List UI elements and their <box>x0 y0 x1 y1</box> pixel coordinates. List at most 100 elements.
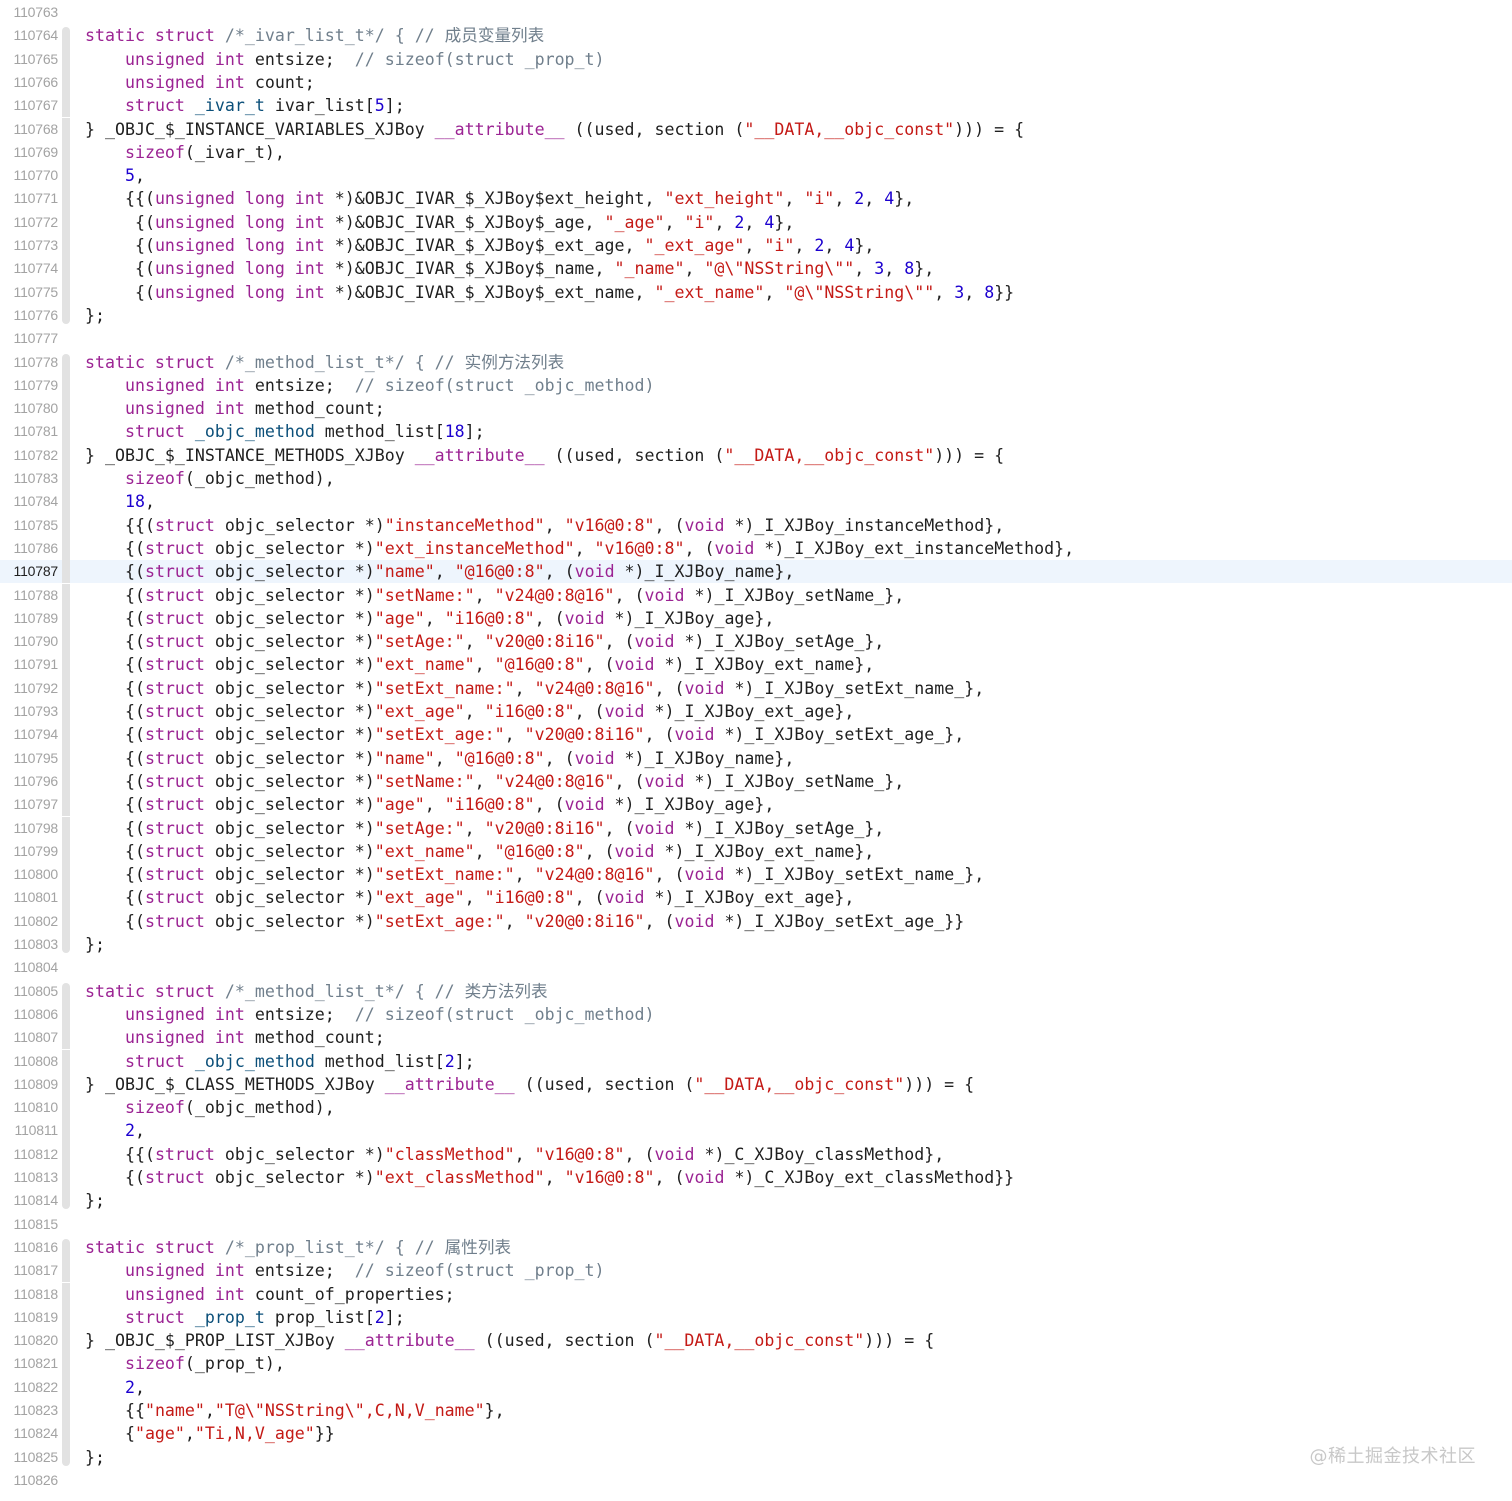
code-line[interactable]: 110805 static struct /*_method_list_t*/ {… <box>0 980 1512 1003</box>
line-number[interactable]: 110812 <box>0 1143 59 1166</box>
code-line[interactable]: 110810 sizeof(_objc_method), <box>0 1096 1512 1120</box>
code-line[interactable]: 110791 {(struct objc_selector *)"ext_nam… <box>0 653 1512 677</box>
line-number[interactable]: 110819 <box>0 1306 59 1329</box>
line-number[interactable]: 110792 <box>0 677 59 700</box>
code-fold-ribbon[interactable] <box>62 164 70 188</box>
code-fold-ribbon[interactable] <box>62 653 70 677</box>
line-number[interactable]: 110818 <box>0 1283 59 1306</box>
code-fold-ribbon[interactable] <box>62 560 70 584</box>
code-fold-ribbon[interactable] <box>62 606 70 631</box>
line-number[interactable]: 110800 <box>0 863 59 886</box>
code-line[interactable]: 110780 unsigned int method_count; <box>0 397 1512 421</box>
code-line[interactable]: 110800 {(struct objc_selector *)"setExt_… <box>0 863 1512 887</box>
code-line[interactable]: 110775 {(unsigned long int *)&OBJC_IVAR_… <box>0 280 1512 304</box>
code-fold-ribbon[interactable] <box>62 1002 70 1027</box>
code-line[interactable]: 110813 {(struct objc_selector *)"ext_cla… <box>0 1166 1512 1190</box>
code-line[interactable]: 110765 unsigned int entsize; // sizeof(s… <box>0 47 1512 71</box>
line-number[interactable]: 110811 <box>0 1119 59 1142</box>
code-fold-ribbon[interactable] <box>62 353 70 374</box>
code-fold-ribbon[interactable] <box>62 886 70 910</box>
code-line[interactable]: 110787 {(struct objc_selector *)"name", … <box>0 560 1512 584</box>
code-fold-ribbon[interactable] <box>62 1399 70 1423</box>
line-number[interactable]: 110804 <box>0 956 59 979</box>
code-fold-ribbon[interactable] <box>62 1238 70 1260</box>
line-number[interactable]: 110775 <box>0 281 59 304</box>
code-line[interactable]: 110823 {{"name","T@\"NSString\",C,N,V_na… <box>0 1399 1512 1423</box>
code-fold-ribbon[interactable] <box>62 303 70 324</box>
code-line[interactable]: 110798 {(struct objc_selector *)"setAge:… <box>0 816 1512 840</box>
code-line[interactable]: 110766 unsigned int count; <box>0 70 1512 95</box>
code-fold-ribbon[interactable] <box>62 583 70 607</box>
code-line[interactable]: 110767 struct _ivar_t ivar_list[5]; <box>0 94 1512 118</box>
code-line[interactable]: 110788 {(struct objc_selector *)"setName… <box>0 583 1512 607</box>
code-line[interactable]: 110772 {(unsigned long int *)&OBJC_IVAR_… <box>0 210 1512 234</box>
line-number[interactable]: 110763 <box>0 1 59 24</box>
code-line[interactable]: 110784 18, <box>0 490 1512 514</box>
code-line[interactable]: 110770 5, <box>0 164 1512 188</box>
code-line[interactable]: 110789 {(struct objc_selector *)"age", "… <box>0 606 1512 631</box>
code-line[interactable]: 110808 struct _objc_method method_list[2… <box>0 1049 1512 1073</box>
code-fold-ribbon[interactable] <box>62 1282 70 1306</box>
code-line[interactable]: 110819 struct _prop_t prop_list[2]; <box>0 1305 1512 1330</box>
code-line[interactable]: 110782} _OBJC_$_INSTANCE_METHODS_XJBoy _… <box>0 443 1512 467</box>
code-line[interactable]: 110779 unsigned int entsize; // sizeof(s… <box>0 373 1512 398</box>
line-number[interactable]: 110790 <box>0 630 59 653</box>
code-line[interactable]: 110769 sizeof(_ivar_t), <box>0 140 1512 165</box>
line-number[interactable]: 110793 <box>0 700 59 723</box>
code-fold-ribbon[interactable] <box>62 1305 70 1330</box>
line-number[interactable]: 110776 <box>0 304 59 327</box>
line-number[interactable]: 110801 <box>0 886 59 909</box>
line-number[interactable]: 110778 <box>0 351 59 374</box>
line-number[interactable]: 110764 <box>0 24 59 47</box>
code-fold-ribbon[interactable] <box>62 490 70 514</box>
line-number[interactable]: 110816 <box>0 1236 59 1259</box>
code-fold-ribbon[interactable] <box>62 700 70 724</box>
code-line[interactable]: 110773 {(unsigned long int *)&OBJC_IVAR_… <box>0 234 1512 258</box>
line-number[interactable]: 110783 <box>0 467 59 490</box>
line-number[interactable]: 110814 <box>0 1189 59 1212</box>
code-fold-ribbon[interactable] <box>62 257 70 281</box>
line-number[interactable]: 110813 <box>0 1166 59 1189</box>
line-number[interactable]: 110823 <box>0 1399 59 1422</box>
code-line[interactable]: 110793 {(struct objc_selector *)"ext_age… <box>0 700 1512 724</box>
code-fold-ribbon[interactable] <box>62 373 70 398</box>
line-number[interactable]: 110765 <box>0 48 59 71</box>
code-fold-ribbon[interactable] <box>62 1189 70 1210</box>
line-number[interactable]: 110795 <box>0 747 59 770</box>
code-fold-ribbon[interactable] <box>62 933 70 953</box>
code-line[interactable]: 110802 {(struct objc_selector *)"setExt_… <box>0 909 1512 933</box>
code-fold-ribbon[interactable] <box>62 839 70 864</box>
code-fold-ribbon[interactable] <box>62 443 70 467</box>
line-number[interactable]: 110789 <box>0 607 59 630</box>
code-line[interactable]: 110786 {(struct objc_selector *)"ext_ins… <box>0 536 1512 561</box>
code-line[interactable]: 110804 <box>0 956 1512 979</box>
line-number[interactable]: 110807 <box>0 1026 59 1049</box>
code-line[interactable]: 110790 {(struct objc_selector *)"setAge:… <box>0 630 1512 654</box>
line-number[interactable]: 110802 <box>0 910 59 933</box>
code-fold-ribbon[interactable] <box>62 1352 70 1376</box>
line-number[interactable]: 110779 <box>0 374 59 397</box>
code-fold-ribbon[interactable] <box>62 210 70 234</box>
line-number[interactable]: 110809 <box>0 1073 59 1096</box>
line-number[interactable]: 110825 <box>0 1446 59 1469</box>
line-number[interactable]: 110781 <box>0 420 59 443</box>
line-number[interactable]: 110797 <box>0 793 59 816</box>
code-fold-ribbon[interactable] <box>62 140 70 165</box>
code-fold-ribbon[interactable] <box>62 234 70 258</box>
code-line[interactable]: 110774 {(unsigned long int *)&OBJC_IVAR_… <box>0 257 1512 281</box>
code-line[interactable]: 110811 2, <box>0 1119 1512 1143</box>
code-fold-ribbon[interactable] <box>62 467 70 491</box>
code-fold-ribbon[interactable] <box>62 1422 70 1446</box>
code-line[interactable]: 110812 {{(struct objc_selector *)"classM… <box>0 1142 1512 1166</box>
line-number[interactable]: 110791 <box>0 653 59 676</box>
line-number[interactable]: 110799 <box>0 840 59 863</box>
line-number[interactable]: 110805 <box>0 980 59 1003</box>
line-number[interactable]: 110786 <box>0 537 59 560</box>
code-fold-ribbon[interactable] <box>62 420 70 444</box>
code-line[interactable]: 110778 static struct /*_method_list_t*/ {… <box>0 351 1512 374</box>
code-fold-ribbon[interactable] <box>62 982 70 1003</box>
code-fold-ribbon[interactable] <box>62 676 70 700</box>
code-fold-ribbon[interactable] <box>62 70 70 95</box>
line-number[interactable]: 110817 <box>0 1259 59 1282</box>
code-line[interactable]: 110822 2, <box>0 1375 1512 1399</box>
